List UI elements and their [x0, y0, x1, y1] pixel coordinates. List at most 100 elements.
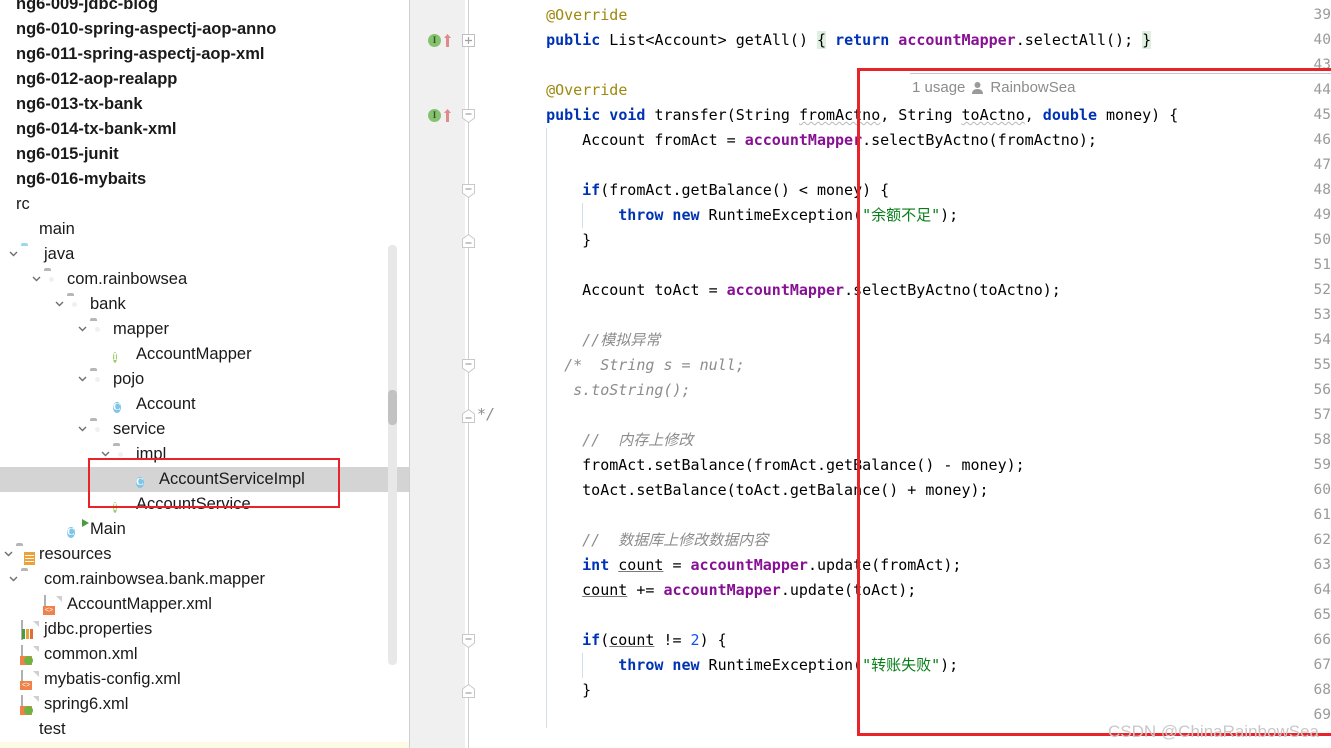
- code-token: new: [672, 656, 700, 674]
- code-token: public: [546, 106, 601, 124]
- tree-item-jdbc-properties[interactable]: jdbc.properties: [0, 617, 410, 642]
- code-line[interactable]: if(fromAct.getBalance() < money) {: [582, 178, 889, 203]
- code-token: new: [672, 206, 700, 224]
- tree-item-test[interactable]: test: [0, 717, 410, 742]
- code-token: toAct.setBalance(toAct.getBalance() + mo…: [582, 481, 989, 499]
- folder-package-icon: [90, 421, 108, 439]
- interface-marker-icon[interactable]: I: [428, 109, 441, 122]
- tree-item-accountmapper[interactable]: I AccountMapper: [0, 342, 410, 367]
- gutter-implementation-marker[interactable]: I: [428, 108, 454, 124]
- chevron-down-icon[interactable]: [74, 373, 90, 386]
- tree-item-label: Account: [136, 395, 196, 413]
- tree-item-common-xml[interactable]: < common.xml: [0, 642, 410, 667]
- code-line[interactable]: public List<Account> getAll() { return a…: [546, 28, 1152, 53]
- code-line[interactable]: toAct.setBalance(toAct.getBalance() + mo…: [582, 478, 988, 503]
- tree-item-ng6-015-junit[interactable]: ng6-015-junit: [0, 142, 410, 167]
- tree-item-ng6-013-tx-bank[interactable]: ng6-013-tx-bank: [0, 92, 410, 117]
- chevron-down-icon[interactable]: [51, 298, 67, 311]
- tree-item-accountserviceimpl[interactable]: C AccountServiceImpl: [0, 467, 410, 492]
- spring-xml-file-icon: <: [20, 694, 39, 715]
- code-line[interactable]: fromAct.setBalance(fromAct.getBalance() …: [582, 453, 1025, 478]
- interface-marker-icon[interactable]: I: [428, 34, 441, 47]
- tree-item-mybatis-config-xml[interactable]: <> mybatis-config.xml: [0, 667, 410, 692]
- tree-item-spring6-xml[interactable]: < spring6.xml: [0, 692, 410, 717]
- tree-item-ng6-011-spring-aspectj-aop-xml[interactable]: ng6-011-spring-aspectj-aop-xml: [0, 42, 410, 67]
- tree-item-label: com.rainbowsea: [67, 270, 188, 288]
- tree-item-resources[interactable]: resources: [0, 542, 410, 567]
- tree-item-main[interactable]: C Main: [0, 517, 410, 542]
- code-token: s.toString();: [573, 381, 691, 399]
- tree-item-accountmapper-xml[interactable]: <> AccountMapper.xml: [0, 592, 410, 617]
- tree-item-ng6-016-mybaits[interactable]: ng6-016-mybaits: [0, 167, 410, 192]
- fold-expanded-start-icon[interactable]: [461, 358, 476, 374]
- fold-expanded-end-icon[interactable]: */: [461, 405, 495, 423]
- tree-item-main[interactable]: main: [0, 217, 410, 242]
- code-line[interactable]: count += accountMapper.update(toAct);: [582, 578, 916, 603]
- tree-item-ng6-012-aop-realapp[interactable]: ng6-012-aop-realapp: [0, 67, 410, 92]
- tree-item-java[interactable]: java: [0, 242, 410, 267]
- tree-item-account[interactable]: C Account: [0, 392, 410, 417]
- code-token: accountMapper: [898, 31, 1016, 49]
- code-line[interactable]: //模拟异常: [582, 328, 660, 353]
- code-line[interactable]: // 数据库上修改数据内容: [582, 528, 768, 553]
- code-line[interactable]: @Override: [546, 3, 627, 28]
- class-icon: C: [136, 476, 144, 488]
- tree-item-mapper[interactable]: mapper: [0, 317, 410, 342]
- tree-item-impl[interactable]: impl: [0, 442, 410, 467]
- gutter-implementation-marker[interactable]: I: [428, 33, 454, 49]
- code-token: throw: [618, 206, 664, 224]
- code-token: public: [546, 31, 601, 49]
- code-token: ,: [1024, 106, 1043, 124]
- tree-item-label: ng6-012-aop-realapp: [16, 70, 178, 88]
- fold-collapsed-icon[interactable]: [461, 33, 476, 48]
- code-line[interactable]: throw new RuntimeException("转账失败");: [618, 653, 958, 678]
- code-line[interactable]: s.toString();: [573, 378, 690, 403]
- code-token: @Override: [546, 6, 628, 24]
- fold-expanded-start-icon[interactable]: [461, 108, 476, 124]
- code-token: if: [582, 631, 601, 649]
- tree-item-ng6-009-jdbc-blog[interactable]: ng6-009-jdbc-blog: [0, 0, 410, 17]
- tree-item-pojo[interactable]: pojo: [0, 367, 410, 392]
- tree-item-label: pojo: [113, 370, 145, 388]
- chevron-down-icon[interactable]: [74, 323, 90, 336]
- scrollbar-thumb[interactable]: [388, 390, 397, 425]
- code-line[interactable]: if(count != 2) {: [582, 628, 727, 653]
- chevron-down-icon[interactable]: [74, 423, 90, 436]
- override-arrow-icon[interactable]: [443, 33, 452, 48]
- code-line[interactable]: public void transfer(String fromActno, S…: [546, 103, 1178, 128]
- tree-item-ng6-014-tx-bank-xml[interactable]: ng6-014-tx-bank-xml: [0, 117, 410, 142]
- code-editor[interactable]: 39 40 43 44 45 46 47 48 49 50 51 52 53 54 55 56 57 58 59 60…: [410, 0, 1331, 748]
- tree-item-accountservice[interactable]: I AccountService: [0, 492, 410, 517]
- fold-expanded-end-icon[interactable]: [461, 683, 476, 698]
- code-line[interactable]: }: [582, 678, 591, 703]
- code-line[interactable]: int count = accountMapper.update(fromAct…: [582, 553, 961, 578]
- chevron-down-icon[interactable]: [5, 248, 21, 261]
- code-line[interactable]: @Override: [546, 78, 627, 103]
- chevron-down-icon[interactable]: [0, 548, 16, 561]
- code-token: (fromAct.getBalance() < money) {: [600, 181, 890, 199]
- code-line[interactable]: /* String s = null;: [564, 353, 745, 378]
- override-arrow-icon[interactable]: [443, 108, 452, 123]
- tree-item-label: common.xml: [44, 645, 138, 663]
- code-line[interactable]: // 内存上修改: [582, 428, 693, 453]
- tree-item-bank[interactable]: bank: [0, 292, 410, 317]
- tree-item-com-rainbowsea-bank-mapper[interactable]: com.rainbowsea.bank.mapper: [0, 567, 410, 592]
- fold-expanded-end-icon[interactable]: [461, 233, 476, 248]
- code-line[interactable]: }: [582, 228, 591, 253]
- fold-expanded-start-icon[interactable]: [461, 183, 476, 199]
- fold-expanded-start-icon[interactable]: [461, 633, 476, 649]
- tree-item-com-rainbowsea[interactable]: com.rainbowsea: [0, 267, 410, 292]
- tree-item-label: AccountService: [136, 495, 251, 513]
- code-line[interactable]: throw new RuntimeException("余额不足");: [618, 203, 958, 228]
- code-text[interactable]: @Override public List<Account> getAll() {…: [510, 0, 1331, 748]
- code-line[interactable]: Account toAct = accountMapper.selectByAc…: [582, 278, 1061, 303]
- chevron-down-icon[interactable]: [97, 448, 113, 461]
- tree-item-service[interactable]: service: [0, 417, 410, 442]
- chevron-down-icon[interactable]: [28, 273, 44, 286]
- tree-item-rc[interactable]: rc: [0, 192, 410, 217]
- tree-item-ng6-010-spring-aspectj-aop-anno[interactable]: ng6-010-spring-aspectj-aop-anno: [0, 17, 410, 42]
- project-tool-window[interactable]: ng6-009-jdbc-blog ng6-010-spring-aspectj-…: [0, 0, 410, 748]
- project-tree-scrollbar[interactable]: [388, 245, 397, 665]
- code-line[interactable]: Account fromAct = accountMapper.selectBy…: [582, 128, 1097, 153]
- chevron-down-icon[interactable]: [5, 573, 21, 586]
